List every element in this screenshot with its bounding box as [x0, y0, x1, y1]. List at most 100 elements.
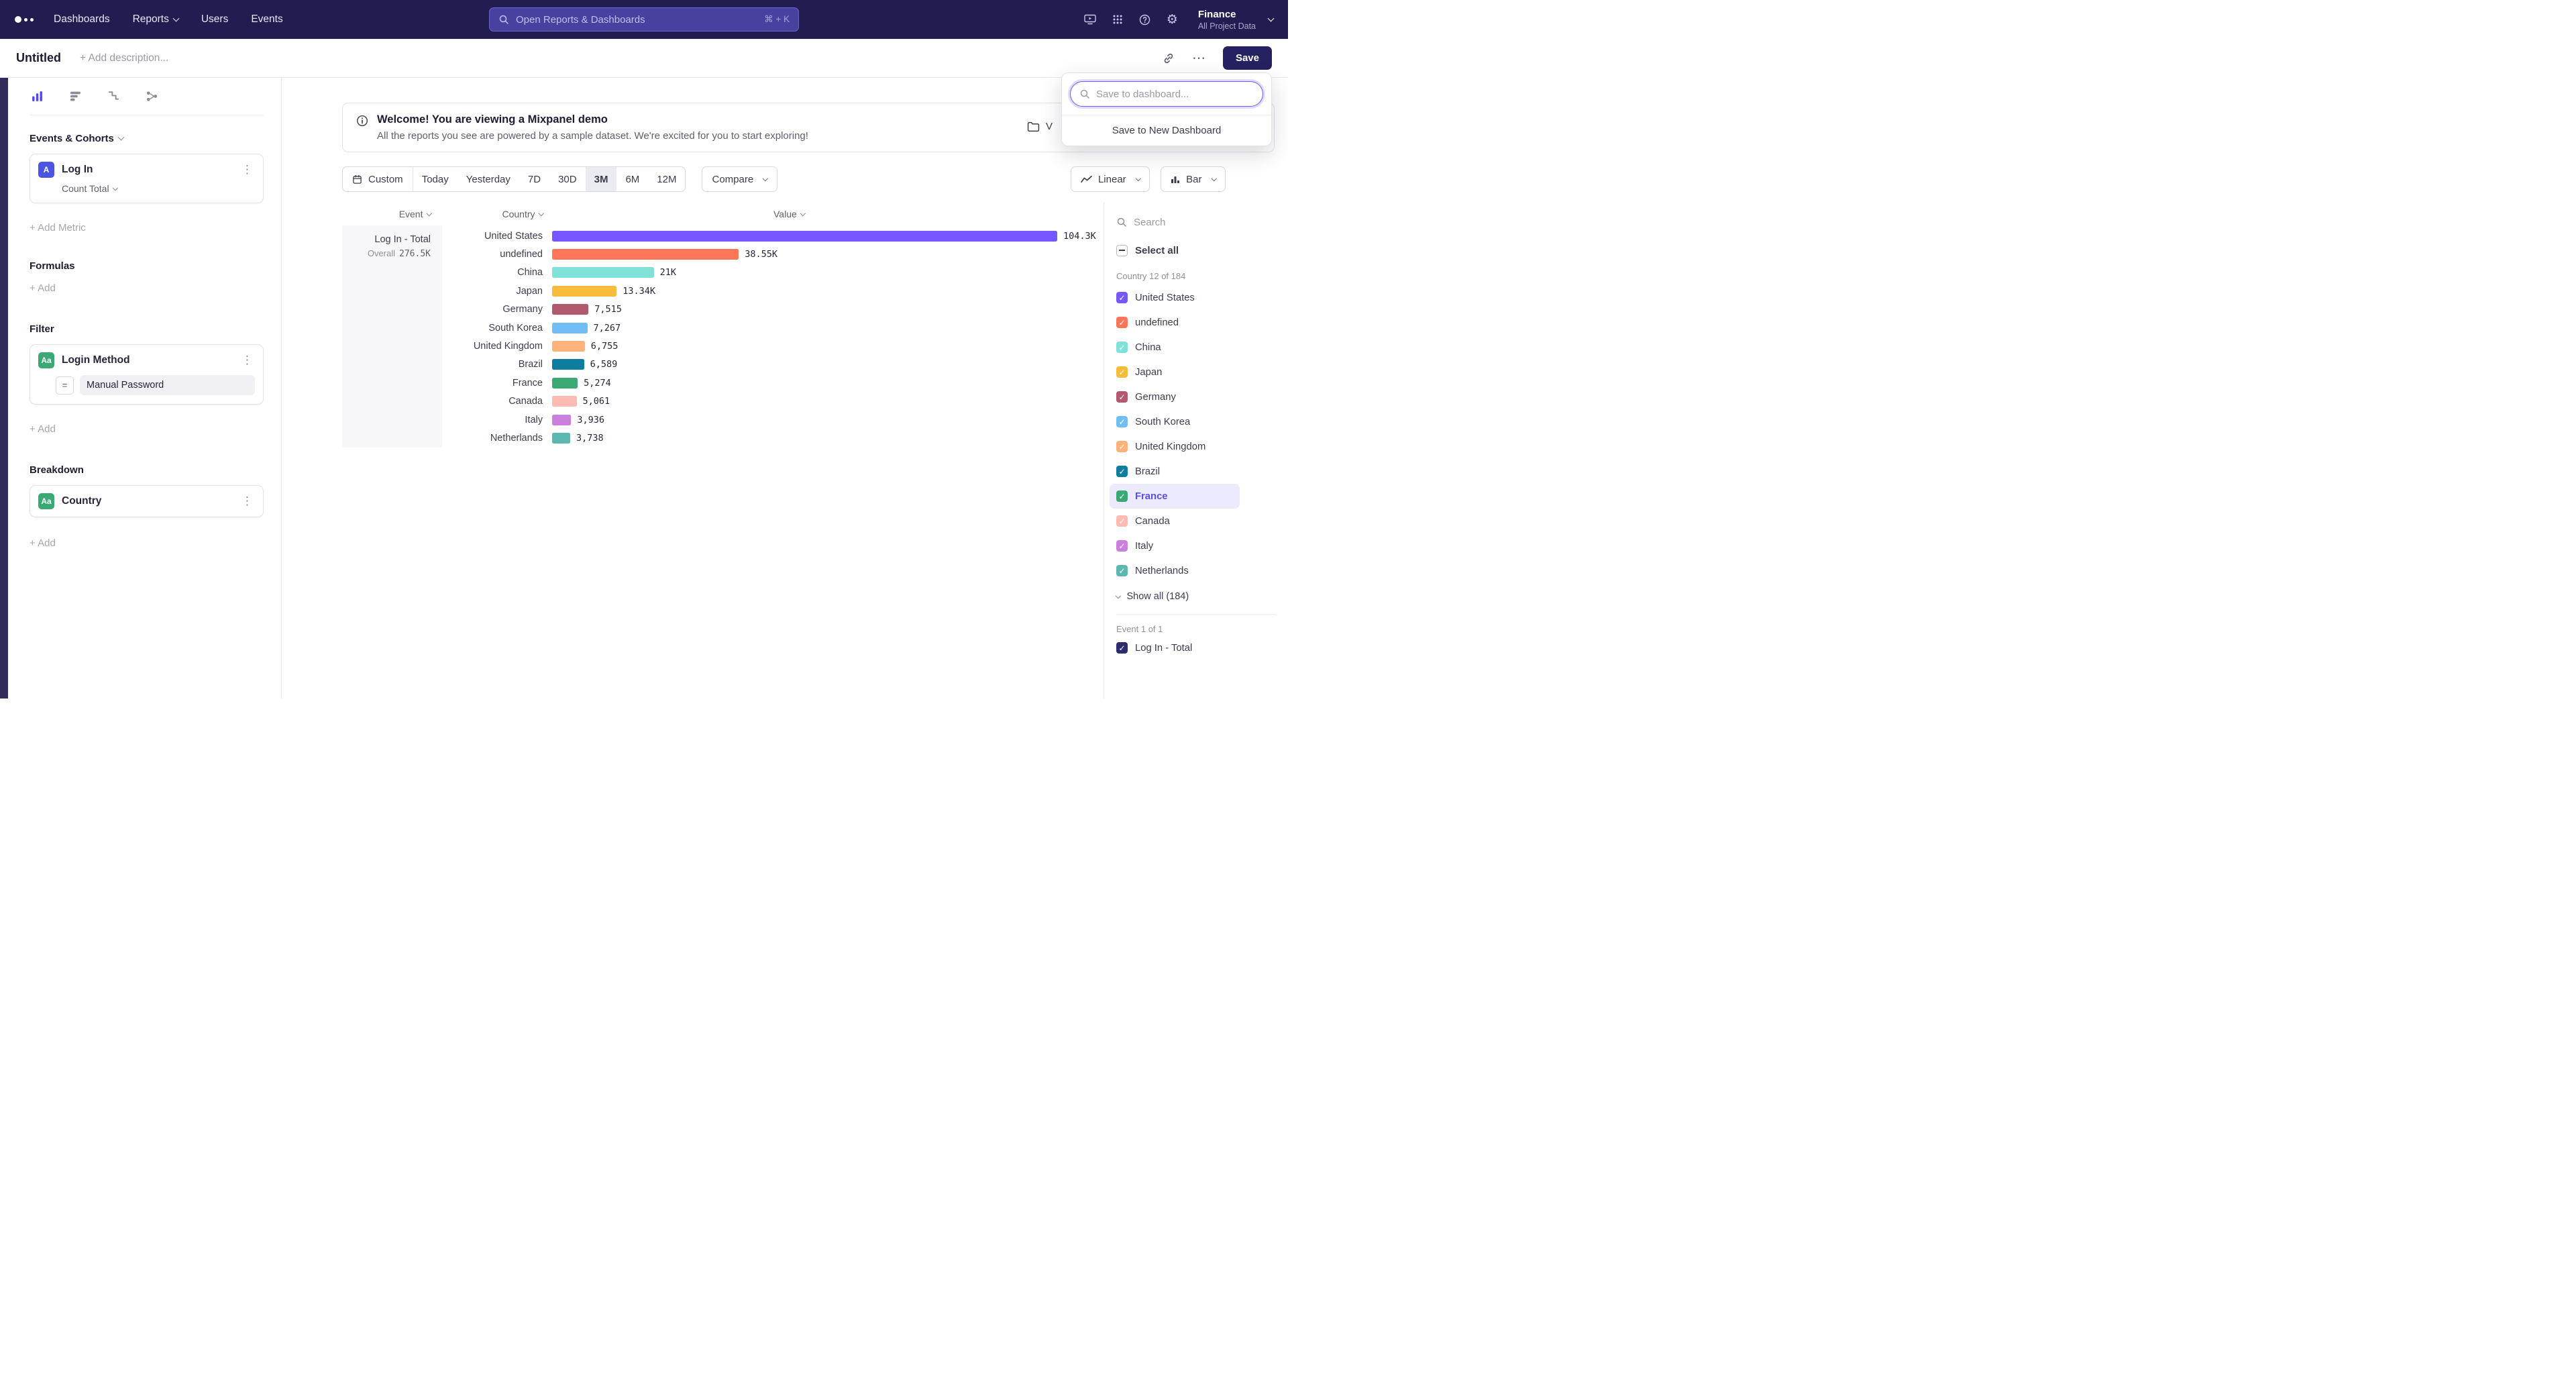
settings-gear-icon[interactable]: ⚙	[1167, 13, 1178, 26]
filter-operator[interactable]: =	[56, 376, 74, 395]
filter-value-input[interactable]	[80, 375, 255, 395]
scale-selector[interactable]: Linear	[1071, 166, 1150, 192]
project-switcher[interactable]: Finance All Project Data	[1198, 9, 1273, 31]
chart-bar[interactable]	[552, 378, 578, 389]
help-icon[interactable]	[1139, 14, 1150, 25]
tab-funnels-icon[interactable]	[69, 90, 82, 103]
copy-link-icon[interactable]	[1163, 52, 1175, 64]
apps-grid-icon[interactable]	[1112, 14, 1123, 25]
country-filter-row[interactable]: ✓Japan	[1110, 360, 1240, 384]
country-filter-row[interactable]: ✓United States	[1110, 285, 1240, 310]
select-all-row[interactable]: Select all	[1116, 240, 1288, 260]
country-filter-row[interactable]: ✓Germany	[1110, 384, 1240, 409]
range-button-today[interactable]: Today	[413, 167, 458, 191]
checkbox-checked-icon[interactable]: ✓	[1116, 366, 1128, 378]
chart-bar[interactable]	[552, 267, 654, 278]
show-all-button[interactable]: Show all (184)	[1116, 591, 1288, 602]
tab-retention-icon[interactable]	[107, 90, 120, 103]
add-formula-button[interactable]: + Add	[30, 282, 264, 294]
event-filter-row[interactable]: ✓ Log In - Total	[1116, 642, 1288, 654]
column-header-event[interactable]: Event	[342, 209, 442, 219]
checkbox-indeterminate-icon[interactable]	[1116, 245, 1128, 256]
nav-users[interactable]: Users	[201, 13, 228, 25]
event-filter-checkbox[interactable]: ✓	[1116, 642, 1128, 654]
checkbox-checked-icon[interactable]: ✓	[1116, 540, 1128, 552]
report-title[interactable]: Untitled	[16, 51, 61, 65]
checkbox-checked-icon[interactable]: ✓	[1116, 565, 1128, 576]
range-button-7d[interactable]: 7D	[519, 167, 549, 191]
events-cohorts-header[interactable]: Events & Cohorts	[30, 133, 264, 144]
chart-bar[interactable]	[552, 231, 1057, 242]
range-button-custom[interactable]: Custom	[343, 167, 413, 191]
chart-bar[interactable]	[552, 396, 577, 407]
checkbox-checked-icon[interactable]: ✓	[1116, 391, 1128, 403]
add-breakdown-button[interactable]: + Add	[30, 537, 264, 549]
checkbox-checked-icon[interactable]: ✓	[1116, 342, 1128, 353]
chart-bar[interactable]	[552, 304, 588, 315]
kebab-menu-icon[interactable]: ⋮	[239, 495, 255, 508]
save-to-new-dashboard-item[interactable]: Save to New Dashboard	[1062, 115, 1271, 146]
checkbox-checked-icon[interactable]: ✓	[1116, 292, 1128, 303]
chart-bar[interactable]	[552, 323, 588, 333]
kebab-menu-icon[interactable]: ⋮	[239, 163, 255, 176]
screen-share-icon[interactable]	[1084, 14, 1096, 25]
global-search-input[interactable]	[516, 14, 757, 25]
save-button[interactable]: Save	[1223, 46, 1272, 70]
country-filter-row[interactable]: ✓Netherlands	[1110, 558, 1240, 583]
more-options-icon[interactable]: ⋯	[1192, 52, 1205, 65]
compare-button[interactable]: Compare	[702, 166, 777, 192]
country-filter-row[interactable]: ✓Italy	[1110, 533, 1240, 558]
tab-insights-icon[interactable]	[31, 90, 44, 103]
tab-flows-icon[interactable]	[146, 90, 158, 103]
bar-chart: Event Country Value Log In - Total Overa…	[282, 203, 1104, 698]
country-filter-row[interactable]: ✓China	[1110, 335, 1240, 360]
country-filter-row[interactable]: ✓France	[1110, 484, 1240, 509]
add-metric-button[interactable]: + Add Metric	[30, 222, 264, 234]
mixpanel-logo[interactable]	[15, 16, 34, 23]
checkbox-checked-icon[interactable]: ✓	[1116, 317, 1128, 328]
filter-property-name[interactable]: Login Method	[62, 354, 232, 366]
chart-bar[interactable]	[552, 341, 585, 352]
range-button-12m[interactable]: 12M	[648, 167, 685, 191]
chart-bar[interactable]	[552, 286, 616, 297]
kebab-menu-icon[interactable]: ⋮	[239, 354, 255, 367]
dashboard-search-input[interactable]	[1096, 89, 1254, 100]
nav-dashboards[interactable]: Dashboards	[54, 13, 110, 25]
checkbox-checked-icon[interactable]: ✓	[1116, 515, 1128, 527]
column-header-value[interactable]: Value	[773, 209, 804, 219]
country-filter-row[interactable]: ✓United Kingdom	[1110, 434, 1240, 459]
country-filter-label: Brazil	[1135, 466, 1160, 477]
global-search[interactable]: ⌘ + K	[489, 7, 799, 32]
panel-search-input[interactable]	[1134, 217, 1276, 228]
checkbox-checked-icon[interactable]: ✓	[1116, 490, 1128, 502]
country-filter-row[interactable]: ✓South Korea	[1110, 409, 1240, 434]
column-header-country[interactable]: Country	[442, 209, 552, 219]
dashboard-search[interactable]	[1070, 81, 1263, 107]
range-button-30d[interactable]: 30D	[549, 167, 586, 191]
panel-search[interactable]	[1116, 211, 1288, 234]
chart-bar[interactable]	[552, 359, 584, 370]
chart-type-selector[interactable]: Bar	[1161, 166, 1226, 192]
metric-event-name[interactable]: Log In	[62, 164, 232, 176]
events-cohorts-title: Events & Cohorts	[30, 133, 114, 144]
checkbox-checked-icon[interactable]: ✓	[1116, 441, 1128, 452]
chart-bar[interactable]	[552, 433, 570, 444]
range-button-3m[interactable]: 3M	[586, 167, 617, 191]
range-button-yesterday[interactable]: Yesterday	[458, 167, 519, 191]
add-filter-button[interactable]: + Add	[30, 423, 264, 435]
country-filter-row[interactable]: ✓Canada	[1110, 509, 1240, 533]
view-sample-dashboards-button[interactable]: V	[1027, 121, 1053, 132]
country-filter-row[interactable]: ✓undefined	[1110, 310, 1240, 335]
checkbox-checked-icon[interactable]: ✓	[1116, 466, 1128, 477]
nav-events[interactable]: Events	[251, 13, 282, 25]
checkbox-checked-icon[interactable]: ✓	[1116, 416, 1128, 427]
breakdown-property-name[interactable]: Country	[62, 495, 232, 507]
scale-label: Linear	[1098, 174, 1126, 185]
aggregation-selector[interactable]: Count Total	[62, 183, 255, 194]
nav-reports[interactable]: Reports	[133, 13, 178, 25]
add-description[interactable]: + Add description...	[80, 52, 168, 64]
range-button-6m[interactable]: 6M	[616, 167, 648, 191]
chart-bar[interactable]	[552, 249, 739, 260]
country-filter-row[interactable]: ✓ Brazil	[1110, 459, 1240, 484]
chart-bar[interactable]	[552, 415, 571, 425]
